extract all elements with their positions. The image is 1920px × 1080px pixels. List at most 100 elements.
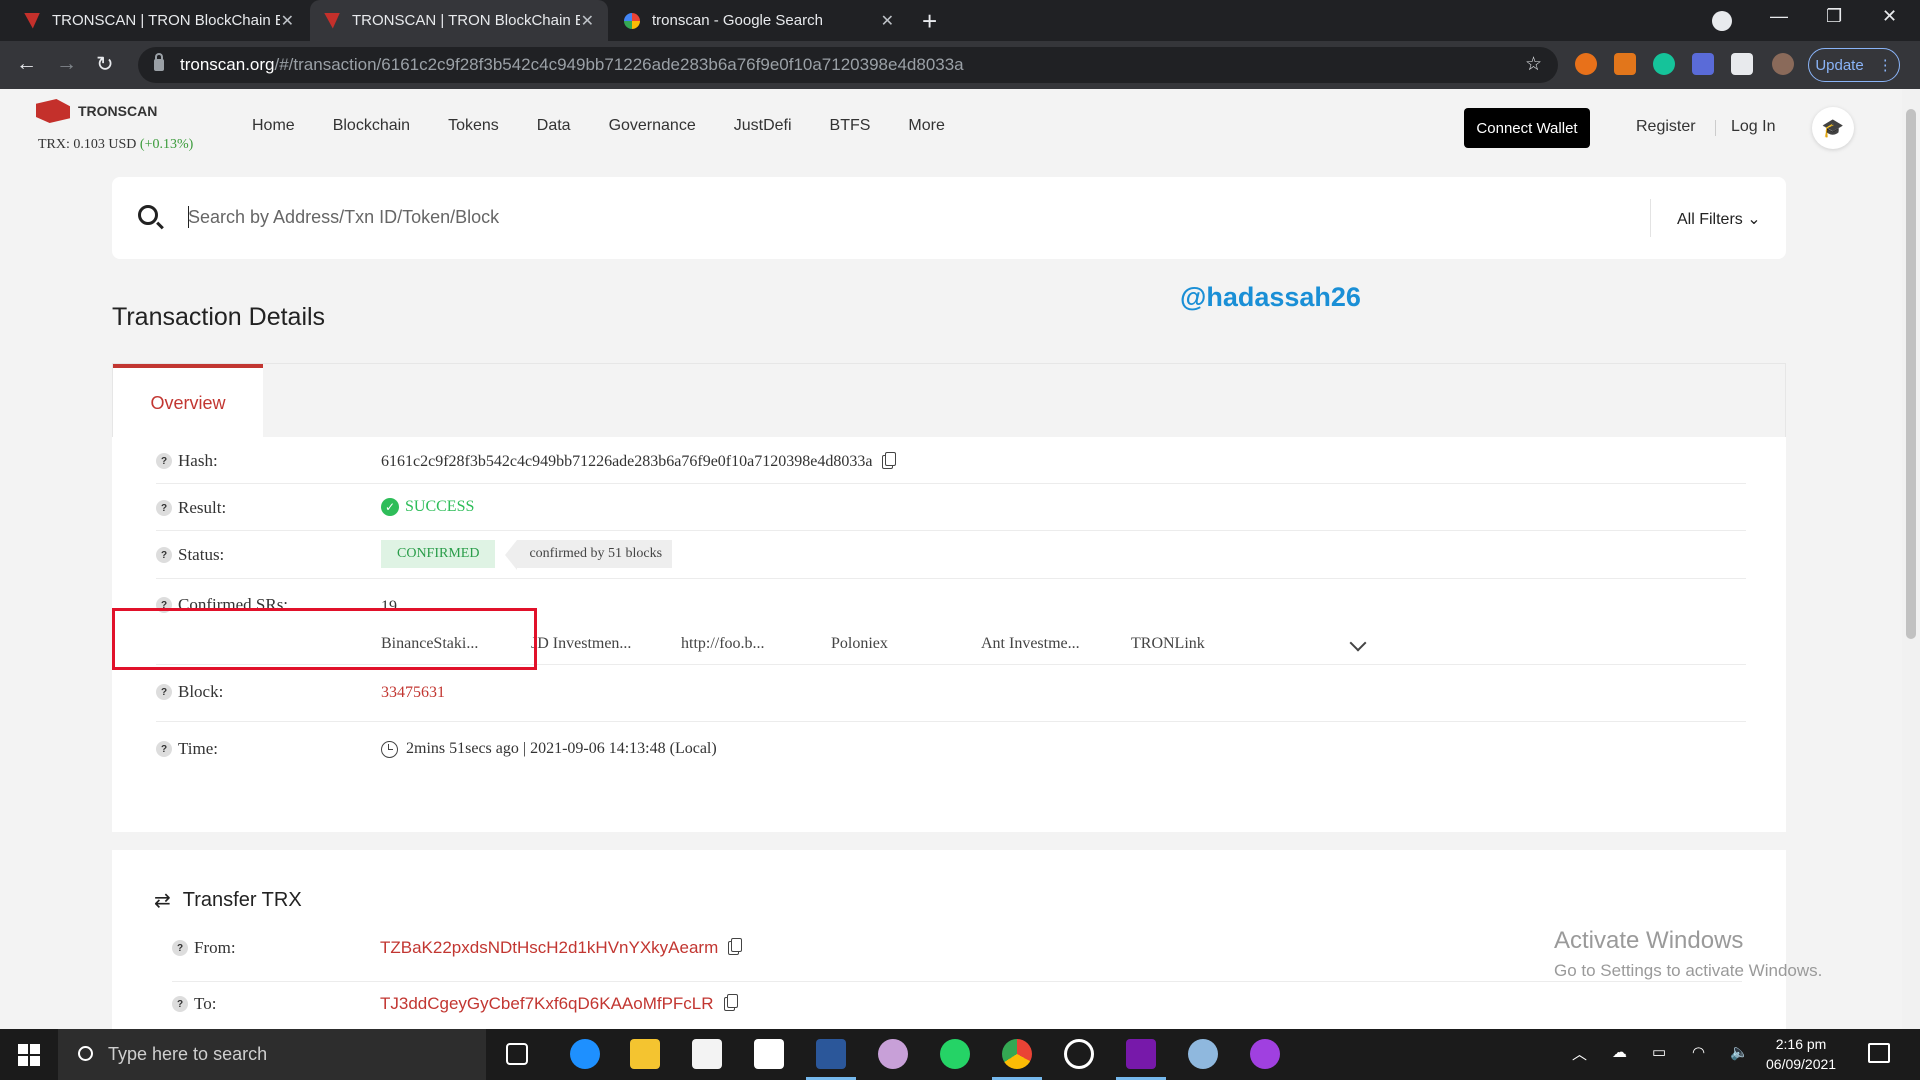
update-button[interactable]: Update ⋮	[1808, 48, 1900, 82]
status-label: ? Status:	[156, 545, 224, 565]
bookmark-star-icon[interactable]: ☆	[1525, 53, 1542, 76]
tab-bar: Overview	[112, 363, 1786, 438]
grammarly-icon[interactable]	[1653, 53, 1675, 75]
help-icon[interactable]: ?	[172, 940, 188, 956]
clock-time: 2:16 pm	[1775, 1036, 1827, 1052]
avatar[interactable]	[1772, 53, 1794, 75]
copy-icon[interactable]	[723, 994, 738, 1011]
edge-icon[interactable]	[570, 1039, 600, 1069]
mail-icon[interactable]	[754, 1039, 784, 1069]
help-icon[interactable]: ?	[156, 453, 172, 469]
back-icon[interactable]: ←	[16, 52, 37, 76]
windows-start-icon[interactable]	[18, 1044, 40, 1066]
chevron-up-icon[interactable]: ︿	[1572, 1043, 1587, 1064]
watermark-handle: @hadassah26	[1180, 282, 1361, 312]
volume-icon[interactable]: 🔈	[1730, 1043, 1749, 1061]
check-circle-icon: ✓	[381, 498, 399, 516]
forward-icon[interactable]: →	[56, 52, 77, 76]
result-value: ✓ SUCCESS	[381, 498, 474, 516]
messenger-icon[interactable]	[1250, 1039, 1280, 1069]
notification-icon[interactable]	[1868, 1043, 1890, 1063]
help-icon[interactable]: ?	[156, 500, 172, 516]
puzzle-extensions-icon[interactable]	[1731, 53, 1753, 75]
close-icon[interactable]: ✕	[881, 11, 894, 31]
nav-governance[interactable]: Governance	[609, 117, 696, 135]
nav-tokens[interactable]: Tokens	[448, 117, 499, 135]
tab-overview[interactable]: Overview	[113, 364, 263, 438]
sr-item[interactable]: TRONLink	[1131, 635, 1281, 653]
paint-icon[interactable]	[1188, 1039, 1218, 1069]
chevron-down-icon[interactable]	[1349, 634, 1367, 652]
copy-icon[interactable]	[882, 452, 897, 469]
page-scrollbar[interactable]	[1902, 89, 1920, 1029]
sr-item[interactable]: http://foo.b...	[681, 635, 831, 653]
word-icon[interactable]	[816, 1039, 846, 1069]
block-link[interactable]: 33475631	[381, 684, 445, 702]
help-icon[interactable]: ?	[156, 741, 172, 757]
store-icon[interactable]	[692, 1039, 722, 1069]
file-explorer-icon[interactable]	[630, 1039, 660, 1069]
browser-tab-1[interactable]: TRONSCAN | TRON BlockChain E ✕	[10, 0, 308, 41]
restore-icon[interactable]: ❐	[1826, 6, 1842, 27]
connect-wallet-button[interactable]: Connect Wallet	[1464, 108, 1590, 148]
nav-data[interactable]: Data	[537, 117, 571, 135]
register-link[interactable]: Register	[1636, 118, 1696, 136]
sr-item[interactable]: Poloniex	[831, 635, 981, 653]
search-input[interactable]: Search by Address/Txn ID/Token/Block	[188, 207, 499, 228]
nav-blockchain[interactable]: Blockchain	[333, 117, 410, 135]
help-icon[interactable]: ?	[172, 996, 188, 1012]
system-clock[interactable]: 2:16 pm 06/09/2021	[1766, 1034, 1836, 1074]
tronscan-logo[interactable]: TRONSCAN	[36, 99, 157, 123]
nav-more[interactable]: More	[908, 117, 944, 135]
from-label: ? From:	[172, 938, 236, 958]
tronscan-favicon-icon	[324, 12, 340, 29]
from-address-link[interactable]: TZBaK22pxdsNDtHscH2d1kHVnYXkyAearm	[380, 938, 743, 958]
more-vert-icon[interactable]: ⋮	[1878, 56, 1893, 74]
close-icon[interactable]: ✕	[281, 11, 294, 31]
sr-item[interactable]: Ant Investme...	[981, 635, 1131, 653]
snip-icon[interactable]	[878, 1039, 908, 1069]
whatsapp-icon[interactable]	[940, 1039, 970, 1069]
minimize-icon[interactable]: —	[1770, 6, 1788, 27]
taskbar-search-input[interactable]: Type here to search	[58, 1029, 486, 1080]
address-bar[interactable]: tronscan.org/#/transaction/6161c2c9f28f3…	[138, 47, 1558, 83]
watermark-subtitle: Go to Settings to activate Windows.	[1554, 961, 1823, 980]
block-row: ? Block: 33475631	[156, 665, 1746, 722]
help-icon[interactable]: ?	[156, 547, 172, 563]
extension-icon[interactable]	[1692, 53, 1714, 75]
scroll-thumb[interactable]	[1906, 109, 1916, 639]
clock-date: 06/09/2021	[1766, 1056, 1837, 1072]
all-filters-dropdown[interactable]: All Filters ⌄	[1677, 209, 1761, 229]
onedrive-icon[interactable]: ☁	[1612, 1043, 1627, 1061]
nav-btfs[interactable]: BTFS	[830, 117, 871, 135]
sr-item[interactable]: JD Investmen...	[531, 635, 681, 653]
new-tab-button[interactable]: +	[922, 6, 937, 37]
profile-dropdown-icon[interactable]	[1712, 11, 1732, 31]
obs-icon[interactable]	[1064, 1039, 1094, 1069]
help-icon[interactable]: ?	[156, 684, 172, 700]
search-icon	[78, 1046, 93, 1061]
google-favicon-icon	[624, 12, 640, 29]
chrome-icon[interactable]	[1002, 1039, 1032, 1069]
extension-icon[interactable]	[1575, 53, 1597, 75]
browser-tab-2[interactable]: TRONSCAN | TRON BlockChain E ✕	[310, 0, 608, 41]
academy-cap-icon[interactable]: 🎓	[1812, 107, 1854, 149]
metamask-icon[interactable]	[1614, 53, 1636, 75]
onenote-icon[interactable]	[1126, 1039, 1156, 1069]
wifi-icon[interactable]: ◠	[1692, 1043, 1705, 1061]
to-address-link[interactable]: TJ3ddCgeyGyCbef7Kxf6qD6KAAoMfPFcLR	[380, 994, 738, 1014]
nav-home[interactable]: Home	[252, 117, 295, 135]
battery-icon[interactable]: ▭	[1652, 1043, 1666, 1061]
brand-name: TRONSCAN	[78, 103, 158, 119]
tab-title: tronscan - Google Search	[652, 12, 823, 29]
reload-icon[interactable]: ↻	[96, 52, 114, 77]
transfer-card: ⇄ Transfer TRX ? From: TZBaK22pxdsNDtHscH2…	[112, 850, 1786, 1029]
login-link[interactable]: Log In	[1731, 118, 1775, 136]
to-label: ? To:	[172, 994, 216, 1014]
close-window-icon[interactable]: ✕	[1882, 6, 1897, 27]
nav-justdefi[interactable]: JustDefi	[734, 117, 792, 135]
close-icon[interactable]: ✕	[581, 11, 594, 31]
copy-icon[interactable]	[728, 938, 743, 955]
task-view-icon[interactable]	[506, 1043, 528, 1065]
browser-tab-3[interactable]: tronscan - Google Search ✕	[610, 0, 908, 41]
